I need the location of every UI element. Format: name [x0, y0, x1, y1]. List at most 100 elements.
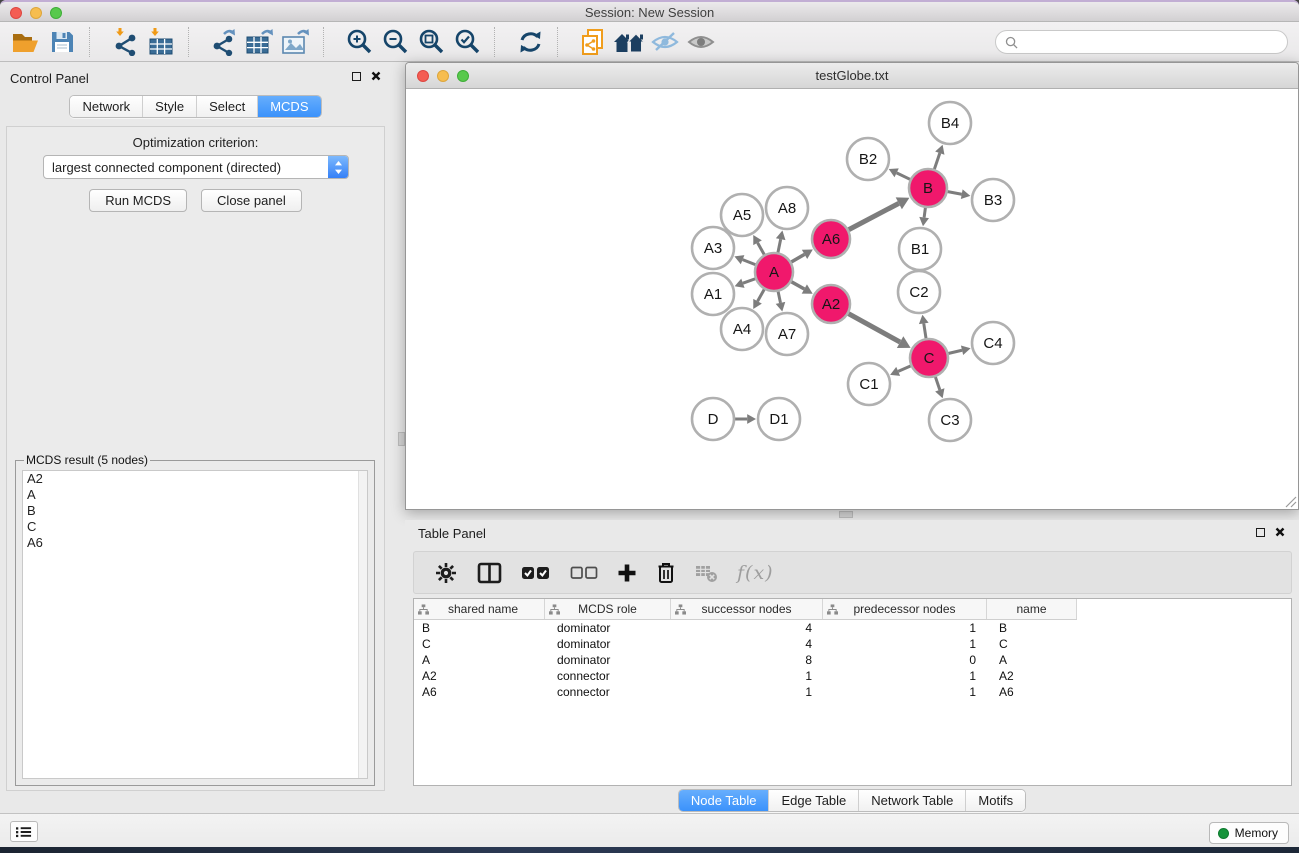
graph-edge-arrow-icon [776, 231, 786, 241]
tab-network-table[interactable]: Network Table [858, 790, 965, 811]
graph-edge[interactable] [847, 203, 899, 230]
column-header-shared-name[interactable]: shared name [414, 599, 545, 619]
toolbar-separator [494, 27, 504, 57]
graph-edge[interactable] [934, 153, 940, 171]
network-graph[interactable]: B4B2BB3A8A5A6A3B1AC2A1A2A4A7C4CC1C3DD1 [407, 90, 1297, 508]
resize-grip-icon[interactable] [1285, 496, 1297, 508]
close-table-panel-icon[interactable] [1275, 527, 1285, 537]
column-header-predecessor-nodes[interactable]: predecessor nodes [823, 599, 987, 619]
result-item[interactable]: A2 [23, 471, 367, 487]
import-table-icon[interactable] [143, 26, 179, 58]
zoom-fit-icon[interactable] [413, 26, 449, 58]
graph-node-label: A2 [822, 296, 840, 313]
table-cell: 1 [823, 636, 987, 652]
tab-edge-table[interactable]: Edge Table [768, 790, 858, 811]
graph-edge[interactable] [897, 173, 912, 180]
float-panel-icon[interactable] [352, 72, 361, 81]
mcds-result-list[interactable]: A2ABCA6 [22, 470, 368, 779]
table-row[interactable]: A6connector11A6 [414, 684, 1291, 700]
tab-select[interactable]: Select [196, 96, 257, 117]
graph-edge[interactable] [847, 313, 900, 342]
hide-selected-icon[interactable] [647, 26, 683, 58]
export-image-icon[interactable] [278, 26, 314, 58]
delete-columns-icon[interactable] [656, 558, 676, 588]
export-network-icon[interactable] [206, 26, 242, 58]
graph-node-label: C4 [983, 335, 1002, 352]
tab-node-table[interactable]: Node Table [679, 790, 769, 811]
attribute-type-icon [418, 604, 429, 615]
column-header-successor-nodes[interactable]: successor nodes [671, 599, 823, 619]
result-item[interactable]: C [23, 519, 367, 535]
unselect-all-columns-icon[interactable] [570, 558, 598, 588]
search-input[interactable] [1023, 35, 1278, 49]
table-cell: A2 [414, 668, 545, 684]
mcds-result-title: MCDS result (5 nodes) [24, 453, 150, 467]
split-columns-icon[interactable] [477, 558, 502, 588]
tab-mcds[interactable]: MCDS [257, 96, 320, 117]
graph-edge[interactable] [790, 281, 805, 289]
search-box[interactable] [995, 30, 1288, 54]
delete-table-icon[interactable] [695, 558, 718, 588]
close-panel-button[interactable]: Close panel [201, 189, 302, 212]
vertical-split-handle[interactable] [398, 432, 405, 446]
node-table-header: shared name MCDS role successor nodes pr… [414, 599, 1077, 620]
table-settings-icon[interactable] [434, 558, 458, 588]
result-item[interactable]: A6 [23, 535, 367, 551]
function-builder-icon[interactable]: f(x) [737, 558, 774, 588]
network-canvas[interactable]: B4B2BB3A8A5A6A3B1AC2A1A2A4A7C4CC1C3DD1 [407, 90, 1297, 508]
graph-edge[interactable] [924, 323, 927, 340]
show-all-icon[interactable] [683, 26, 719, 58]
float-table-panel-icon[interactable] [1256, 528, 1265, 537]
tab-network[interactable]: Network [70, 96, 142, 117]
network-window-titlebar[interactable]: testGlobe.txt [406, 63, 1298, 89]
first-neighbors-icon[interactable] [611, 26, 647, 58]
new-network-from-selection-icon[interactable] [575, 26, 611, 58]
close-panel-icon[interactable] [371, 71, 381, 81]
table-cell: B [987, 620, 1077, 636]
graph-edge[interactable] [946, 191, 962, 194]
graph-node-label: A8 [778, 200, 796, 217]
table-row[interactable]: A2connector11A2 [414, 668, 1291, 684]
graph-edge[interactable] [778, 239, 781, 254]
table-cell: A2 [987, 668, 1077, 684]
main-toolbar [0, 22, 1299, 62]
graph-edge[interactable] [758, 288, 766, 302]
task-history-button[interactable] [10, 821, 38, 842]
result-item[interactable]: B [23, 503, 367, 519]
select-all-columns-icon[interactable] [521, 558, 551, 588]
graph-edge[interactable] [790, 254, 805, 263]
zoom-out-icon[interactable] [377, 26, 413, 58]
export-table-icon[interactable] [242, 26, 278, 58]
column-header-name[interactable]: name [987, 599, 1077, 619]
graph-edge[interactable] [947, 350, 963, 354]
result-scrollbar[interactable] [358, 471, 367, 778]
toolbar-separator [557, 27, 567, 57]
graph-node-label: C2 [909, 284, 928, 301]
table-cell: connector [545, 684, 671, 700]
zoom-in-icon[interactable] [341, 26, 377, 58]
save-icon[interactable] [44, 26, 80, 58]
table-row[interactable]: Bdominator41B [414, 620, 1291, 636]
graph-edge[interactable] [743, 260, 758, 266]
horizontal-split-handle[interactable] [839, 511, 853, 518]
optimization-criterion-select[interactable]: largest connected component (directed) [43, 155, 349, 179]
table-row[interactable]: Cdominator41C [414, 636, 1291, 652]
graph-edge[interactable] [758, 243, 766, 257]
import-network-icon[interactable] [107, 26, 143, 58]
optimization-criterion-value: largest connected component (directed) [44, 160, 328, 175]
tab-style[interactable]: Style [142, 96, 196, 117]
tab-motifs[interactable]: Motifs [965, 790, 1025, 811]
result-item[interactable]: A [23, 487, 367, 503]
run-mcds-button[interactable]: Run MCDS [89, 189, 187, 212]
open-icon[interactable] [8, 26, 44, 58]
graph-edge[interactable] [898, 365, 912, 371]
refresh-icon[interactable] [512, 26, 548, 58]
table-row[interactable]: Adominator80A [414, 652, 1291, 668]
zoom-selected-icon[interactable] [449, 26, 485, 58]
control-panel-tabbar: NetworkStyleSelectMCDS [69, 95, 321, 118]
table-cell: C [987, 636, 1077, 652]
memory-button[interactable]: Memory [1209, 822, 1289, 844]
graph-edge[interactable] [935, 375, 940, 390]
add-column-icon[interactable] [617, 558, 637, 588]
column-header-mcds-role[interactable]: MCDS role [545, 599, 671, 619]
